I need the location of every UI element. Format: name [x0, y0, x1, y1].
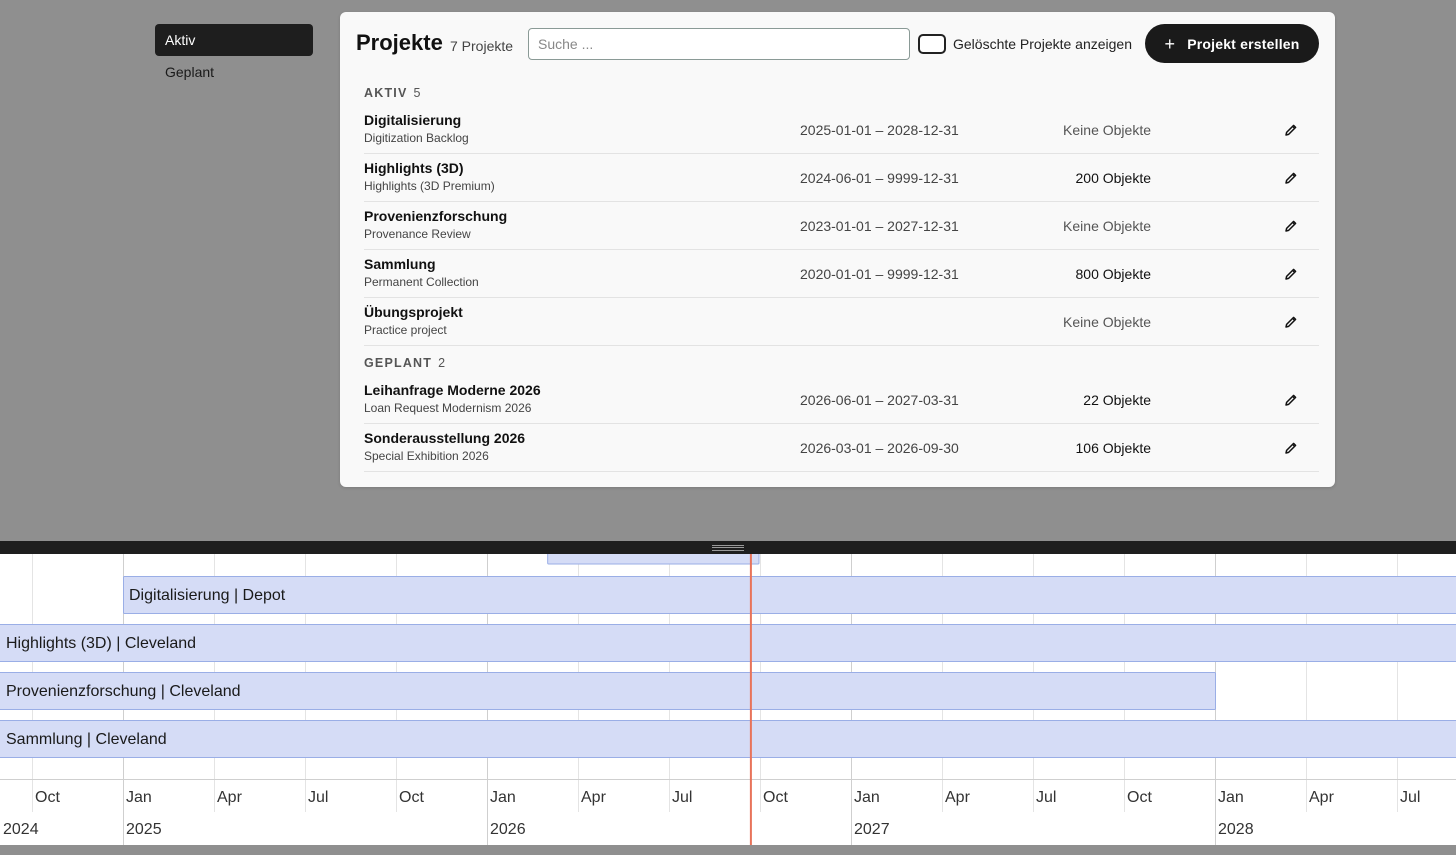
project-object-count: Keine Objekte	[1063, 314, 1151, 330]
project-row[interactable]: Übungsprojekt Practice project Keine Objek…	[364, 298, 1319, 346]
project-dates: 2026-06-01 – 2027-03-31	[800, 392, 959, 408]
timeline-month-label: Jul	[308, 789, 328, 806]
page-title: Projekte	[356, 30, 443, 55]
timeline-month-label: Oct	[399, 789, 424, 806]
timeline-month-label: Jul	[1400, 789, 1420, 806]
project-name: Digitalisierung	[364, 112, 462, 128]
drag-handle-icon[interactable]	[712, 545, 744, 551]
timeline-month-label: Oct	[763, 789, 788, 806]
timeline-month-label: Jan	[126, 789, 152, 806]
side-nav-item-geplant[interactable]: Geplant	[155, 56, 313, 88]
project-count: 7 Projekte	[450, 38, 514, 54]
timeline-month-label: Oct	[35, 789, 60, 806]
project-dates: 2026-03-01 – 2026-09-30	[800, 440, 959, 456]
timeline-view: Digitalisierung | Depot Highlights (3D) |…	[0, 554, 1456, 845]
project-subtitle: Loan Request Modernism 2026	[364, 401, 532, 415]
timeline-month-label: Jul	[1036, 789, 1056, 806]
project-object-count: 200 Objekte	[1075, 170, 1152, 186]
project-dates: 2025-01-01 – 2028-12-31	[800, 122, 959, 138]
project-subtitle: Highlights (3D Premium)	[364, 179, 495, 193]
timeline-bar-label: Digitalisierung | Depot	[129, 587, 286, 604]
group-name: GEPLANT	[364, 356, 433, 370]
project-object-count: Keine Objekte	[1063, 122, 1151, 138]
create-project-label: Projekt erstellen	[1187, 35, 1300, 52]
show-deleted-toggle[interactable]: Gelöschte Projekte anzeigen	[918, 33, 1132, 55]
edit-pencil-icon[interactable]	[1284, 441, 1298, 455]
timeline-bar	[0, 624, 1456, 662]
timeline-month-label: Jan	[854, 789, 880, 806]
project-subtitle: Special Exhibition 2026	[364, 449, 489, 463]
group-count: 2	[438, 356, 446, 370]
side-nav: Aktiv Geplant	[155, 24, 313, 88]
timeline-month-label: Apr	[945, 789, 971, 806]
group-name: AKTIV	[364, 86, 408, 100]
timeline-year-label: 2026	[490, 821, 526, 838]
timeline-bar-label: Highlights (3D) | Cleveland	[6, 635, 196, 652]
project-name: Sonderausstellung 2026	[364, 430, 526, 446]
edit-pencil-icon[interactable]	[1284, 267, 1298, 281]
project-object-count: 800 Objekte	[1075, 266, 1152, 282]
project-row[interactable]: Highlights (3D) Highlights (3D Premium) 20…	[364, 154, 1319, 202]
project-dates: 2020-01-01 – 9999-12-31	[800, 266, 959, 282]
panel-header: Projekte 7 Projekte Gelöschte Projekte a…	[340, 12, 1335, 76]
project-name: Sammlung	[364, 256, 436, 272]
group-heading: GEPLANT 2	[364, 356, 445, 370]
timeline-month-label: Oct	[1127, 789, 1152, 806]
group-heading: AKTIV 5	[364, 86, 420, 100]
timeline-canvas: Digitalisierung | Depot Highlights (3D) |…	[0, 554, 1456, 845]
timeline-bar-partial	[547, 554, 760, 565]
timeline-year-label: 2027	[854, 821, 890, 838]
timeline-month-label: Jan	[490, 789, 516, 806]
timeline-bar	[123, 576, 1456, 614]
project-object-count: 106 Objekte	[1075, 440, 1152, 456]
timeline-year-label: 2025	[126, 821, 162, 838]
project-name: Übungsprojekt	[364, 304, 463, 320]
project-object-count: 22 Objekte	[1083, 392, 1151, 408]
bottom-edge	[0, 845, 1456, 855]
project-row[interactable]: Provenienzforschung Provenance Review 2023…	[364, 202, 1319, 250]
edit-pencil-icon[interactable]	[1284, 171, 1298, 185]
project-object-count: Keine Objekte	[1063, 218, 1151, 234]
show-deleted-label: Gelöschte Projekte anzeigen	[953, 36, 1132, 52]
project-subtitle: Provenance Review	[364, 227, 471, 241]
create-project-button[interactable]: + Projekt erstellen	[1145, 24, 1319, 63]
project-row[interactable]: Sonderausstellung 2026 Special Exhibition…	[364, 424, 1319, 472]
edit-pencil-icon[interactable]	[1284, 123, 1298, 137]
project-row[interactable]: Sammlung Permanent Collection 2020-01-01 –…	[364, 250, 1319, 298]
top-area: Aktiv Geplant Projekte 7 Projekte Gelösc…	[0, 0, 1456, 541]
edit-pencil-icon[interactable]	[1284, 393, 1298, 407]
plus-icon: +	[1164, 33, 1176, 54]
project-name: Provenienzforschung	[364, 208, 508, 224]
side-nav-item-aktiv[interactable]: Aktiv	[155, 24, 313, 56]
timeline-bar	[0, 720, 1456, 758]
project-name: Leihanfrage Moderne 2026	[364, 382, 541, 398]
project-dates: 2024-06-01 – 9999-12-31	[800, 170, 959, 186]
resize-splitter[interactable]	[0, 541, 1456, 554]
timeline-month-label: Apr	[1309, 789, 1335, 806]
timeline-bar-label: Sammlung | Cleveland	[6, 731, 167, 748]
projects-panel: Projekte 7 Projekte Gelöschte Projekte a…	[340, 12, 1335, 487]
project-row[interactable]: Digitalisierung Digitization Backlog 2025-…	[364, 106, 1319, 154]
timeline-month-label: Apr	[217, 789, 243, 806]
timeline-year-label: 2028	[1218, 821, 1254, 838]
show-deleted-checkbox[interactable]	[918, 34, 946, 54]
timeline-month-label: Jan	[1218, 789, 1244, 806]
timeline-month-label: Apr	[581, 789, 607, 806]
project-row[interactable]: Leihanfrage Moderne 2026 Loan Request Mod…	[364, 376, 1319, 424]
edit-pencil-icon[interactable]	[1284, 315, 1298, 329]
timeline-year-label: 2024	[3, 821, 39, 838]
group-count: 5	[413, 86, 421, 100]
project-dates: 2023-01-01 – 2027-12-31	[800, 218, 959, 234]
project-subtitle: Digitization Backlog	[364, 131, 469, 145]
project-name: Highlights (3D)	[364, 160, 464, 176]
search-input[interactable]	[528, 28, 910, 60]
project-subtitle: Practice project	[364, 323, 447, 337]
timeline-month-label: Jul	[672, 789, 692, 806]
edit-pencil-icon[interactable]	[1284, 219, 1298, 233]
project-subtitle: Permanent Collection	[364, 275, 479, 289]
timeline-bar-label: Provenienzforschung | Cleveland	[6, 683, 241, 700]
